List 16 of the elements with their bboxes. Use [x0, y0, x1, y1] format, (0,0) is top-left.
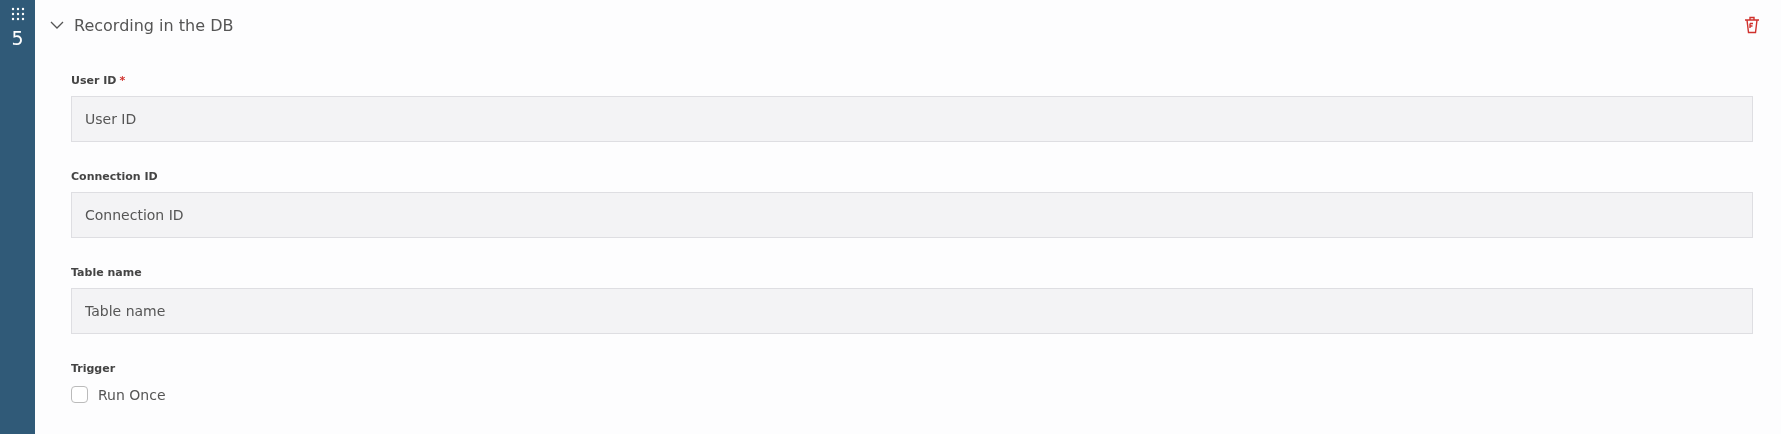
input-field[interactable]: User ID [71, 96, 1753, 142]
checkbox-label[interactable]: Run Once [98, 386, 166, 403]
field-label: Trigger [71, 362, 117, 377]
chevron-icon [50, 20, 64, 30]
input-field[interactable]: Connection ID [71, 192, 1753, 238]
field-label: User ID * [71, 74, 127, 89]
checkbox[interactable] [71, 386, 88, 403]
input-field[interactable]: Table name [71, 288, 1753, 334]
field-label: Connection ID [71, 170, 159, 185]
collapse-toggle[interactable] [50, 20, 64, 30]
field-label: Table name [71, 266, 143, 281]
trash-icon[interactable] [1743, 16, 1761, 34]
step-number: 5 [11, 27, 24, 49]
drag-handle-icon[interactable] [10, 7, 25, 21]
section-title: Recording in the DB [74, 15, 235, 35]
required-mark: * [119, 74, 126, 87]
